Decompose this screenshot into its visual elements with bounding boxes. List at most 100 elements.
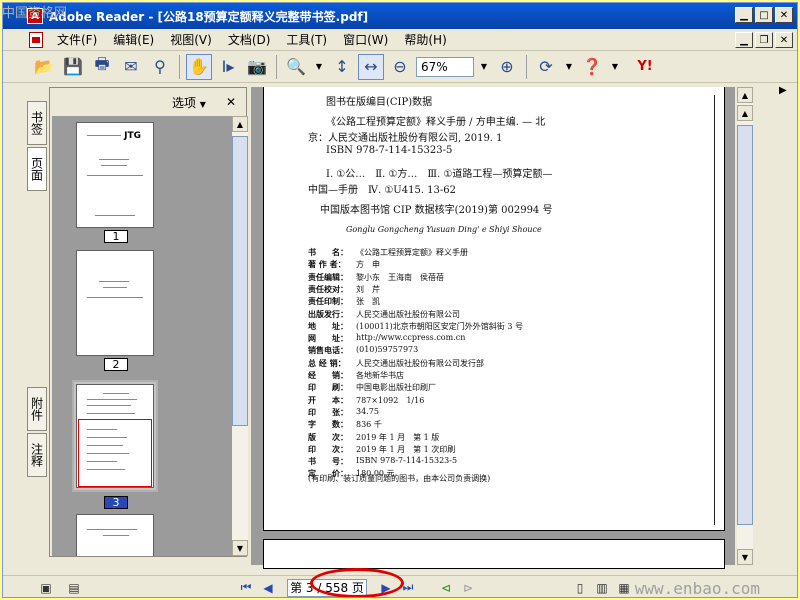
email-globe-icon: ✉ bbox=[124, 57, 138, 76]
forward-circle-icon: ⊳ bbox=[462, 580, 474, 595]
single-page-layout-button[interactable]: ▯ bbox=[569, 578, 591, 598]
toolbar: 📂 💾 🖶 ✉ ⚲ ✋ I▸ 📷 🔍 ▼ ↕ ↔ ⊖ 67% ▼ ⊕ ⟳ ▼ ❓… bbox=[3, 51, 797, 83]
doc-minimize-button[interactable]: ▁ bbox=[735, 32, 753, 48]
detail-value: 2019 年 1 月 第 1 版 bbox=[356, 432, 440, 442]
scroll-up-button[interactable]: ▲ bbox=[737, 105, 753, 121]
detail-label: 经 销： bbox=[308, 370, 348, 380]
zoom-out-button[interactable]: ⊖ bbox=[387, 54, 413, 80]
scrollbar-thumb[interactable] bbox=[737, 125, 753, 525]
page-edge-line bbox=[714, 95, 715, 525]
printer-icon: 🖶 bbox=[94, 54, 110, 73]
menu-window[interactable]: 窗口(W) bbox=[335, 30, 396, 50]
title-bar[interactable]: A Adobe Reader - [公路18预算定额释义完整带书签.pdf] ▁… bbox=[3, 3, 797, 29]
zoom-level-dropdown[interactable]: ▼ bbox=[477, 57, 491, 77]
scroll-down-button[interactable]: ▼ bbox=[232, 540, 248, 556]
next-page-button[interactable]: ▶ bbox=[375, 578, 397, 598]
pdf-document-icon[interactable] bbox=[29, 31, 43, 48]
first-page-button[interactable]: ⏮ bbox=[235, 578, 257, 598]
go-back-button[interactable]: ⊲ bbox=[435, 578, 457, 598]
menu-bar: 文件(F) 编辑(E) 视图(V) 文档(D) 工具(T) 窗口(W) 帮助(H… bbox=[3, 29, 797, 51]
page-thumbnail-1[interactable]: JTG bbox=[76, 122, 154, 228]
navigation-tabs: 书签 页面 附件 注释 bbox=[27, 87, 47, 557]
page-number-field[interactable]: 第 3 / 558 页 bbox=[287, 578, 367, 597]
go-forward-button[interactable]: ⊳ bbox=[457, 578, 479, 598]
tab-bookmarks[interactable]: 书签 bbox=[27, 101, 47, 145]
save-button[interactable]: 💾 bbox=[60, 54, 86, 80]
zoom-level-input[interactable]: 67% bbox=[416, 56, 474, 77]
email-button[interactable]: ✉ bbox=[118, 54, 144, 80]
menu-edit[interactable]: 编辑(E) bbox=[105, 30, 162, 50]
page-thumbnail-4[interactable] bbox=[76, 514, 154, 556]
maximize-button[interactable]: □ bbox=[755, 7, 773, 23]
fit-width-button[interactable]: ↔ bbox=[358, 53, 384, 80]
facing-layout-button[interactable]: ▦ bbox=[613, 578, 635, 598]
doc-close-button[interactable]: ✕ bbox=[775, 32, 793, 48]
close-panel-button[interactable]: ✕ bbox=[226, 95, 236, 109]
menu-help[interactable]: 帮助(H) bbox=[396, 30, 454, 50]
open-button[interactable]: 📂 bbox=[31, 54, 57, 80]
tab-comments[interactable]: 注释 bbox=[27, 433, 47, 477]
menu-document[interactable]: 文档(D) bbox=[220, 30, 279, 50]
tab-attachments[interactable]: 附件 bbox=[27, 387, 47, 431]
tab-pages[interactable]: 页面 bbox=[27, 147, 47, 191]
chevron-up-icon: ▲ bbox=[741, 90, 749, 100]
snapshot-button[interactable]: 📷 bbox=[244, 54, 270, 80]
back-circle-icon: ⊲ bbox=[440, 580, 452, 595]
scroll-up-button[interactable]: ▲ bbox=[737, 87, 753, 103]
search-button[interactable]: ⚲ bbox=[147, 54, 173, 80]
print-button[interactable]: 🖶 bbox=[89, 54, 115, 80]
document-scrollbar[interactable]: ▲ ▲ ▼ bbox=[737, 87, 753, 565]
hand-tool-button[interactable]: ✋ bbox=[186, 53, 212, 80]
fit-height-icon: ↕ bbox=[335, 57, 349, 76]
scrollbar-thumb[interactable] bbox=[232, 136, 248, 426]
yahoo-button[interactable]: Y! bbox=[625, 54, 665, 80]
status-left-button[interactable]: ▣ bbox=[35, 578, 57, 598]
rotate-view-button[interactable]: ⟳ bbox=[533, 54, 559, 80]
options-menu-button[interactable]: 选项 ▼ bbox=[172, 94, 206, 111]
maximize-icon: □ bbox=[759, 9, 769, 21]
thumbnails-scrollbar[interactable]: ▲ ▼ bbox=[232, 116, 248, 556]
detail-value: 黎小东 王海南 侯蓓蓓 bbox=[356, 272, 444, 282]
zoom-in-tool-button[interactable]: 🔍 bbox=[283, 54, 309, 80]
detail-label: 总 经 销： bbox=[308, 357, 346, 368]
zoom-in-button[interactable]: ⊕ bbox=[494, 54, 520, 80]
facing-pages-icon: ▦ bbox=[618, 580, 630, 595]
scroll-up-button[interactable]: ▲ bbox=[232, 116, 248, 132]
rotate-dropdown[interactable]: ▼ bbox=[562, 57, 576, 77]
fit-width-icon: ↔ bbox=[364, 57, 378, 76]
close-icon: ✕ bbox=[225, 95, 236, 109]
page-label-3[interactable]: 3 bbox=[104, 496, 128, 509]
pdf-page-next[interactable] bbox=[263, 539, 725, 569]
page-label-2[interactable]: 2 bbox=[104, 358, 128, 371]
tab-label: 附件 bbox=[29, 397, 44, 421]
toolbar-arrow-button[interactable]: ▶ bbox=[779, 85, 793, 99]
app-window: A Adobe Reader - [公路18预算定额释义完整带书签.pdf] ▁… bbox=[2, 2, 798, 598]
doc-restore-button[interactable]: ❐ bbox=[755, 32, 773, 48]
document-view[interactable]: 图书在版编目(CIP)数据 《公路工程预算定额》释义手册 / 方申主编. — 北… bbox=[251, 87, 735, 569]
help-button[interactable]: ❓ bbox=[579, 54, 605, 80]
page-thumbnail-2[interactable] bbox=[76, 250, 154, 356]
scroll-down-button[interactable]: ▼ bbox=[737, 549, 753, 565]
menu-view[interactable]: 视图(V) bbox=[162, 30, 220, 50]
pdf-page[interactable]: 图书在版编目(CIP)数据 《公路工程预算定额》释义手册 / 方申主编. — 北… bbox=[263, 87, 725, 531]
last-page-button[interactable]: ⏭ bbox=[397, 578, 419, 598]
page-thumbnail-3[interactable] bbox=[76, 384, 154, 488]
select-text-button[interactable]: I▸ bbox=[215, 54, 241, 80]
toolbar-separator bbox=[276, 54, 277, 79]
previous-page-button[interactable]: ◀ bbox=[257, 578, 279, 598]
status-page-button[interactable]: ▤ bbox=[63, 578, 85, 598]
rotate-page-icon: ⟳ bbox=[539, 57, 553, 76]
menu-file[interactable]: 文件(F) bbox=[49, 30, 105, 50]
zoom-tool-dropdown[interactable]: ▼ bbox=[312, 57, 326, 77]
zoom-value: 67% bbox=[421, 59, 448, 74]
thumb-title: JTG bbox=[124, 131, 141, 141]
continuous-layout-button[interactable]: ▥ bbox=[591, 578, 613, 598]
help-dropdown[interactable]: ▼ bbox=[608, 57, 622, 77]
minimize-button[interactable]: ▁ bbox=[735, 7, 753, 23]
page-number: 3 bbox=[112, 496, 120, 509]
actual-size-button[interactable]: ↕ bbox=[329, 54, 355, 80]
close-button[interactable]: ✕ bbox=[775, 7, 793, 23]
menu-tools[interactable]: 工具(T) bbox=[278, 30, 335, 50]
chevron-down-icon: ▼ bbox=[199, 99, 206, 109]
page-label-1[interactable]: 1 bbox=[104, 230, 128, 243]
